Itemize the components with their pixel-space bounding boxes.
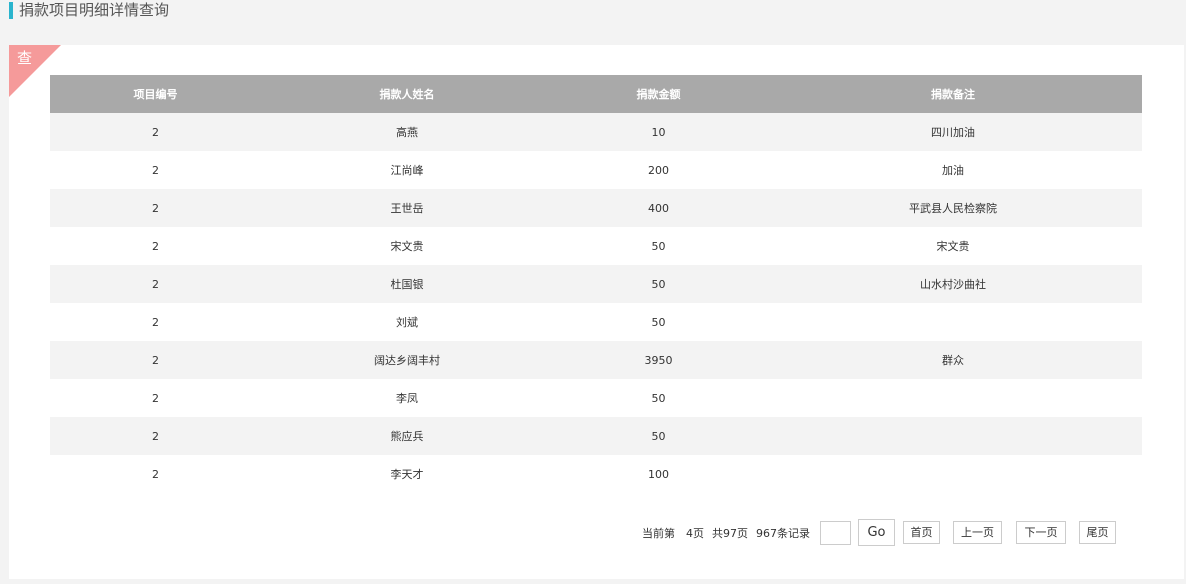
cell-project-id: 2 [50, 455, 261, 493]
page-title: 捐款项目明细详情查询 [19, 1, 170, 19]
cell-donor-name: 杜国银 [261, 265, 553, 303]
cell-remark: 加油 [764, 151, 1142, 189]
cell-project-id: 2 [50, 303, 261, 341]
cell-donor-name: 宋文贵 [261, 227, 553, 265]
table-row: 2 刘斌 50 [50, 303, 1142, 341]
header-project-id: 项目编号 [50, 75, 261, 113]
cell-donor-name: 刘斌 [261, 303, 553, 341]
header-amount: 捐款金额 [553, 75, 764, 113]
cell-project-id: 2 [50, 227, 261, 265]
prev-page-button[interactable]: 上一页 [953, 521, 1002, 544]
first-page-button[interactable]: 首页 [903, 521, 940, 544]
cell-remark: 平武县人民检察院 [764, 189, 1142, 227]
table-row: 2 熊应兵 50 [50, 417, 1142, 455]
cell-remark: 山水村沙曲社 [764, 265, 1142, 303]
table-row: 2 王世岳 400 平武县人民检察院 [50, 189, 1142, 227]
cell-project-id: 2 [50, 189, 261, 227]
cell-amount: 50 [553, 227, 764, 265]
cell-remark: 宋文贵 [764, 227, 1142, 265]
table-row: 2 江尚峰 200 加油 [50, 151, 1142, 189]
table-row: 2 李天才 100 [50, 455, 1142, 493]
cell-donor-name: 江尚峰 [261, 151, 553, 189]
page-header: 捐款项目明细详情查询 [0, 0, 1186, 28]
cell-remark [764, 303, 1142, 341]
table-row: 2 宋文贵 50 宋文贵 [50, 227, 1142, 265]
pager-total-pages: 共97页 [712, 527, 748, 540]
cell-amount: 400 [553, 189, 764, 227]
cell-amount: 50 [553, 417, 764, 455]
cell-amount: 200 [553, 151, 764, 189]
cell-amount: 3950 [553, 341, 764, 379]
cell-remark [764, 455, 1142, 493]
cell-project-id: 2 [50, 151, 261, 189]
header-remark: 捐款备注 [764, 75, 1142, 113]
table-header-row: 项目编号 捐款人姓名 捐款金额 捐款备注 [50, 75, 1142, 113]
cell-project-id: 2 [50, 265, 261, 303]
pager-current-label: 当前第 [642, 527, 675, 540]
table-row: 2 阔达乡阔丰村 3950 群众 [50, 341, 1142, 379]
cell-project-id: 2 [50, 379, 261, 417]
table-body: 2 高燕 10 四川加油 2 江尚峰 200 加油 2 王世岳 400 平武县人… [50, 113, 1142, 493]
cell-remark: 四川加油 [764, 113, 1142, 151]
cell-amount: 50 [553, 303, 764, 341]
results-panel: 查 项目编号 捐款人姓名 捐款金额 捐款备注 2 高燕 10 四川加油 2 江尚… [9, 45, 1184, 579]
cell-donor-name: 高燕 [261, 113, 553, 151]
cell-project-id: 2 [50, 341, 261, 379]
cell-donor-name: 阔达乡阔丰村 [261, 341, 553, 379]
page-number-input[interactable] [820, 521, 851, 545]
pager-total-records: 967条记录 [756, 527, 810, 540]
cell-project-id: 2 [50, 417, 261, 455]
cell-remark [764, 379, 1142, 417]
go-button[interactable]: Go [858, 519, 895, 546]
cell-project-id: 2 [50, 113, 261, 151]
cell-amount: 10 [553, 113, 764, 151]
cell-amount: 100 [553, 455, 764, 493]
pager-current-page: 4页 [686, 527, 704, 540]
last-page-button[interactable]: 尾页 [1079, 521, 1116, 544]
table-row: 2 李凤 50 [50, 379, 1142, 417]
table-row: 2 高燕 10 四川加油 [50, 113, 1142, 151]
cell-amount: 50 [553, 265, 764, 303]
donation-table: 项目编号 捐款人姓名 捐款金额 捐款备注 2 高燕 10 四川加油 2 江尚峰 … [50, 75, 1142, 493]
cell-donor-name: 熊应兵 [261, 417, 553, 455]
cell-remark: 群众 [764, 341, 1142, 379]
title-accent-bar [9, 2, 13, 19]
cell-donor-name: 李凤 [261, 379, 553, 417]
next-page-button[interactable]: 下一页 [1016, 521, 1066, 544]
table-row: 2 杜国银 50 山水村沙曲社 [50, 265, 1142, 303]
cell-donor-name: 李天才 [261, 455, 553, 493]
query-corner-label: 查 [17, 49, 33, 67]
header-donor-name: 捐款人姓名 [261, 75, 553, 113]
cell-amount: 50 [553, 379, 764, 417]
cell-remark [764, 417, 1142, 455]
cell-donor-name: 王世岳 [261, 189, 553, 227]
